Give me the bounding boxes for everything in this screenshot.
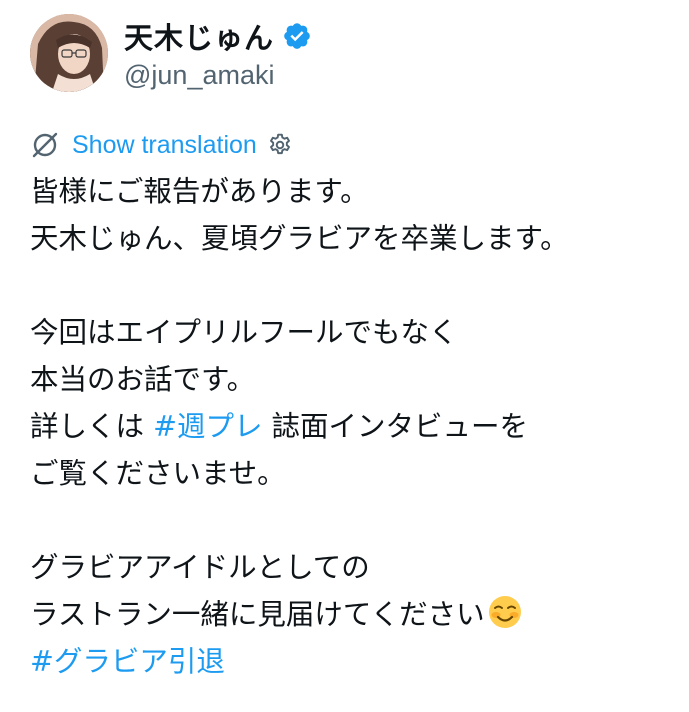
name-row: 天木じゅん	[124, 16, 312, 56]
tweet-line: ラストラン一緒に見届けてください	[30, 591, 569, 638]
tweet-line: 天木じゅん、夏頃グラビアを卒業します。	[30, 222, 569, 255]
hashtag-shupure-link[interactable]: #週プレ	[153, 410, 262, 443]
tweet-line: 詳しくは #週プレ 誌面インタビューを	[30, 403, 569, 450]
tweet-text-segment: ラストラン一緒に見届けてください	[30, 598, 485, 631]
show-translation-link[interactable]: Show translation	[72, 131, 257, 160]
user-handle[interactable]: @jun_amaki	[124, 60, 312, 91]
tweet-text: 皆様にご報告があります。 天木じゅん、夏頃グラビアを卒業します。 今回はエイプリ…	[30, 168, 569, 685]
translate-globe-icon	[30, 130, 60, 160]
tweet-text-segment: 詳しくは	[30, 410, 154, 443]
display-name[interactable]: 天木じゅん	[124, 15, 274, 57]
tweet-line: 皆様にご報告があります。	[30, 175, 369, 208]
avatar[interactable]	[30, 14, 108, 92]
tweet-line: 本当のお話です。	[30, 363, 256, 396]
tweet-line: グラビアアイドルとしての	[30, 551, 370, 584]
tweet-text-segment: 誌面インタビューを	[262, 410, 529, 443]
gear-icon[interactable]	[267, 132, 293, 158]
translation-row: Show translation	[30, 128, 293, 162]
verified-badge-icon	[282, 21, 312, 51]
user-names: 天木じゅん @jun_amaki	[124, 16, 312, 91]
hashtag-gravure-retire-link[interactable]: #グラビア引退	[30, 638, 569, 685]
tweet-line: ご覧くださいませ。	[30, 457, 286, 490]
tweet-line: 今回はエイプリルフールでもなく	[30, 316, 458, 349]
tweet-header: 天木じゅん @jun_amaki	[30, 14, 312, 92]
smiling-face-blush-emoji-icon	[487, 594, 523, 630]
